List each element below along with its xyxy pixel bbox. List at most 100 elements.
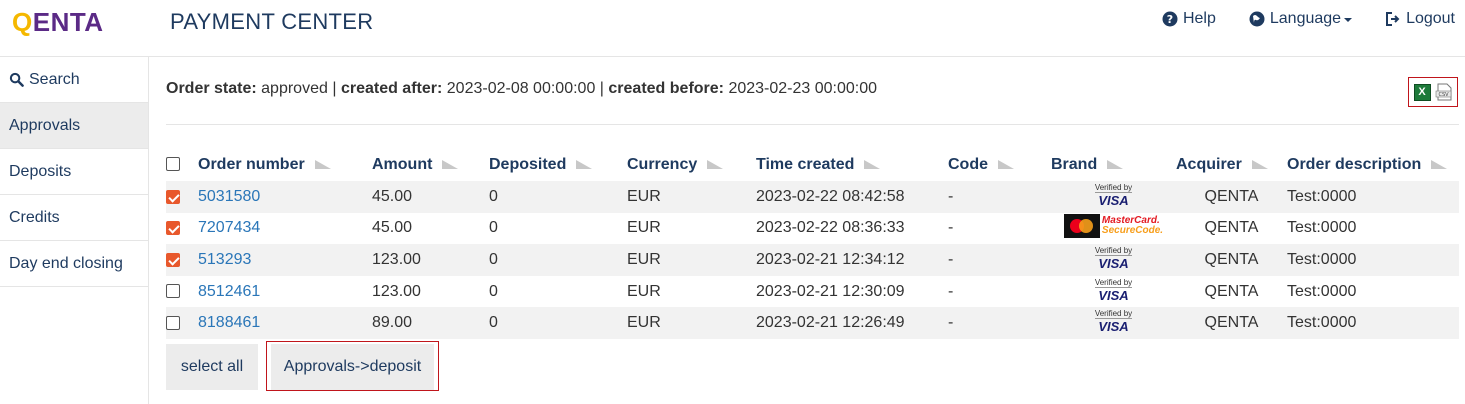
- row-checkbox[interactable]: [166, 315, 180, 330]
- brand-cell: Verified by VISA: [1051, 244, 1176, 276]
- search-icon: [9, 72, 24, 87]
- amount-cell: 45.00: [372, 219, 413, 237]
- column-currency[interactable]: Currency: [627, 148, 756, 181]
- verified-by-visa-logo: Verified by VISA: [1094, 310, 1133, 333]
- column-order-description[interactable]: Order description: [1287, 148, 1459, 181]
- select-all-button[interactable]: select all: [166, 344, 258, 390]
- sidebar: Search Approvals Deposits Credits Day en…: [0, 57, 149, 404]
- row-checkbox[interactable]: [166, 252, 180, 267]
- sidebar-item-label: Deposits: [9, 163, 72, 180]
- select-cell: [166, 244, 198, 276]
- sidebar-item-search[interactable]: Search: [0, 57, 148, 103]
- select-cell: [166, 276, 198, 308]
- order-number-cell: 8188461: [198, 307, 372, 339]
- order-number-link[interactable]: 8188461: [198, 314, 260, 331]
- deposited-cell: 0: [489, 219, 498, 237]
- orders-table: Order number Amount Deposited Currency T…: [166, 148, 1459, 339]
- chevron-down-icon: [1344, 18, 1353, 22]
- header-select-cell: [166, 148, 198, 181]
- order-state-value: approved: [261, 80, 328, 97]
- time-created-cell: 2023-02-22 08:36:33: [756, 219, 905, 237]
- time-created-cell: 2023-02-21 12:30:09: [756, 282, 905, 300]
- code-cell: -: [948, 219, 954, 237]
- column-label: Acquirer: [1176, 155, 1242, 173]
- top-header: QENTA PAYMENT CENTER ? Help Language Log…: [0, 0, 1465, 57]
- sign-out-icon: [1386, 12, 1400, 26]
- order-number-cell: 7207434: [198, 213, 372, 245]
- code-cell: -: [948, 314, 954, 332]
- mc-line2: SecureCode.: [1101, 224, 1164, 236]
- visa-line2: VISA: [1094, 318, 1133, 333]
- sidebar-item-deposits[interactable]: Deposits: [0, 149, 148, 195]
- table-row: 5031580 45.00 0 EUR 2023-02-22 08:42:58 - Veri…: [166, 181, 1459, 213]
- amount-cell: 89.00: [372, 314, 413, 332]
- created-after-value: 2023-02-08 00:00:00: [446, 80, 596, 97]
- order-description-cell: Test:0000: [1287, 187, 1357, 205]
- amount-cell: 45.00: [372, 187, 413, 205]
- row-checkbox[interactable]: [166, 284, 180, 299]
- row-checkbox[interactable]: [166, 189, 180, 204]
- column-order-number[interactable]: Order number: [198, 148, 372, 181]
- export-toolbar: X CSV: [1408, 77, 1458, 107]
- column-acquirer[interactable]: Acquirer: [1176, 148, 1287, 181]
- logout-link[interactable]: Logout: [1385, 10, 1455, 28]
- order-number-link[interactable]: 5031580: [198, 188, 260, 205]
- select-cell: [166, 181, 198, 213]
- deposited-cell: 0: [489, 314, 498, 332]
- language-dropdown[interactable]: Language: [1249, 10, 1353, 28]
- sidebar-item-label: Search: [29, 71, 80, 88]
- logo-text: ENTA: [32, 7, 104, 37]
- select-all-checkbox[interactable]: [166, 157, 180, 172]
- column-amount[interactable]: Amount: [372, 148, 489, 181]
- amount-cell: 123.00: [372, 250, 421, 268]
- order-number-link[interactable]: 513293: [198, 251, 251, 268]
- column-code[interactable]: Code: [948, 148, 1051, 181]
- help-link[interactable]: ? Help: [1162, 10, 1216, 28]
- column-label: Brand: [1051, 155, 1098, 173]
- qenta-logo[interactable]: QENTA: [12, 7, 104, 38]
- order-number-cell: 513293: [198, 244, 372, 276]
- sort-icon: [442, 159, 459, 169]
- language-label: Language: [1269, 10, 1342, 27]
- currency-cell: EUR: [627, 250, 661, 268]
- order-description-cell: Test:0000: [1287, 250, 1357, 268]
- column-brand[interactable]: Brand: [1051, 148, 1176, 181]
- time-created-cell: 2023-02-21 12:34:12: [756, 250, 905, 268]
- column-label: Order number: [198, 155, 305, 173]
- order-number-cell: 8512461: [198, 276, 372, 308]
- row-checkbox[interactable]: [166, 221, 180, 236]
- verified-by-visa-logo: Verified by VISA: [1094, 278, 1133, 302]
- deposited-cell: 0: [489, 187, 498, 205]
- code-cell: -: [948, 250, 954, 268]
- select-cell: [166, 307, 198, 339]
- table-row: 8512461 123.00 0 EUR 2023-02-21 12:30:09 - Ver…: [166, 276, 1459, 308]
- sidebar-item-day-end-closing[interactable]: Day end closing: [0, 241, 148, 287]
- created-before-label: created before:: [608, 80, 724, 97]
- table-header-row: Order number Amount Deposited Currency T…: [166, 148, 1459, 181]
- order-number-link[interactable]: 8512461: [198, 283, 260, 300]
- column-deposited[interactable]: Deposited: [489, 148, 627, 181]
- column-time-created[interactable]: Time created: [756, 148, 948, 181]
- sidebar-item-label: Approvals: [9, 117, 81, 134]
- sidebar-item-approvals[interactable]: Approvals: [0, 103, 148, 149]
- svg-text:?: ?: [1167, 13, 1173, 26]
- order-number-link[interactable]: 7207434: [198, 219, 260, 236]
- csv-icon[interactable]: CSV: [1435, 83, 1453, 101]
- table-row: 513293 123.00 0 EUR 2023-02-21 12:34:12 - Veri…: [166, 244, 1459, 276]
- logout-label: Logout: [1406, 10, 1455, 27]
- globe-icon: [1249, 11, 1265, 27]
- visa-line2: VISA: [1094, 286, 1133, 302]
- svg-text:CSV: CSV: [1438, 92, 1449, 98]
- approvals-to-deposit-button[interactable]: Approvals->deposit: [271, 344, 434, 390]
- order-number-cell: 5031580: [198, 181, 372, 213]
- sort-icon: [576, 159, 593, 169]
- sidebar-item-credits[interactable]: Credits: [0, 195, 148, 241]
- acquirer-cell: QENTA: [1204, 282, 1259, 300]
- mastercard-circles-icon: [1063, 213, 1100, 238]
- sort-icon: [707, 159, 724, 169]
- column-label: Amount: [372, 155, 433, 173]
- sort-icon: [314, 159, 331, 169]
- sidebar-item-label: Credits: [9, 209, 60, 226]
- code-cell: -: [948, 282, 954, 300]
- excel-icon[interactable]: X: [1413, 83, 1431, 101]
